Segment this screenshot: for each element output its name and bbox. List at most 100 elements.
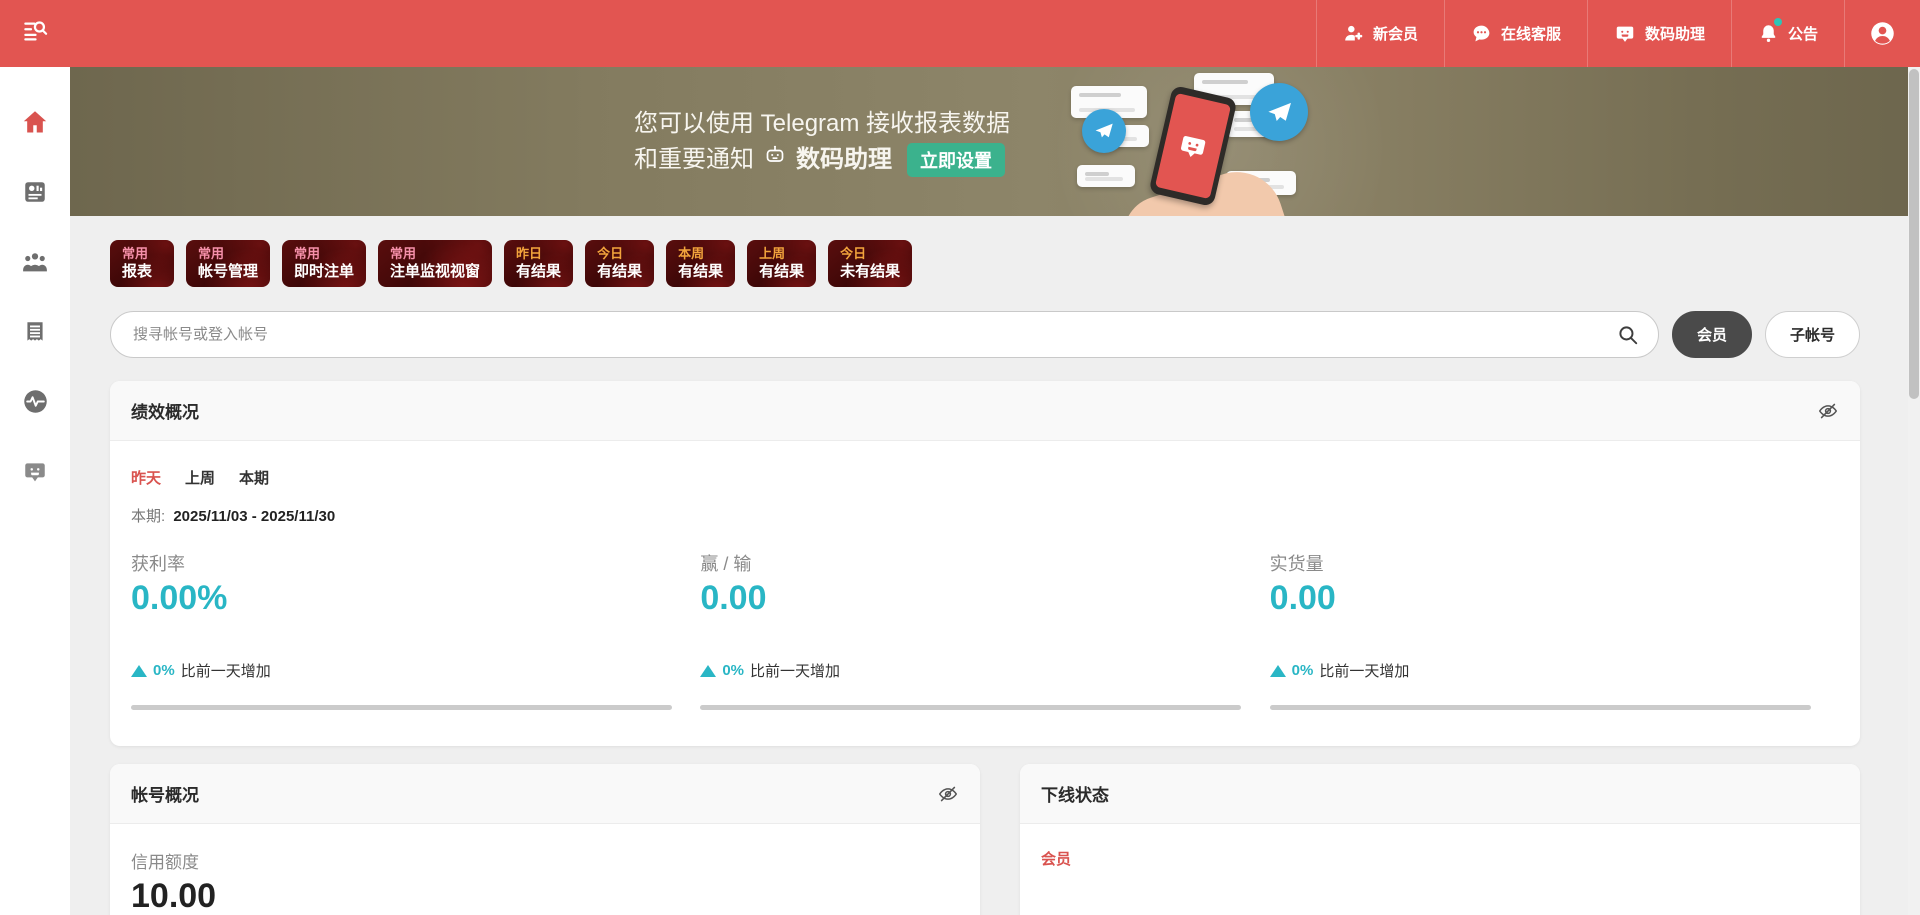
metric-value: 0.00 [1270,576,1839,620]
account-search-input[interactable] [110,311,1659,358]
delta-value: 0% [153,662,175,679]
downline-member-label[interactable]: 会员 [1041,848,1839,869]
bell-icon [1758,23,1779,44]
badge-bottom-label: 未有结果 [840,262,900,281]
badge-top-label: 昨日 [516,245,561,262]
quick-link-bet-monitor[interactable]: 常用 注单监视视窗 [378,240,492,287]
left-sidebar [0,67,70,915]
badge-bottom-label: 有结果 [759,262,804,281]
agents-group-icon [21,248,49,281]
period-value: 2025/11/03 - 2025/11/30 [173,508,335,525]
badge-top-label: 常用 [390,245,480,262]
metric-label: 实货量 [1270,550,1839,576]
list-search-icon [22,18,49,50]
account-overview-card: 帐号概况 信用额度 10.00 [110,764,980,915]
scrollbar [1908,67,1920,915]
activity-pulse-icon [22,388,49,420]
metric-label: 赢 / 输 [700,550,1269,576]
performance-period-tabs: 昨天 上周 本期 [131,467,1839,488]
main-content: 您可以使用 Telegram 接收报表数据 和重要通知 数码助理 [70,67,1920,915]
quick-link-account-management[interactable]: 常用 帐号管理 [186,240,270,287]
badge-top-label: 本周 [678,245,723,262]
account-menu-button[interactable] [1844,0,1920,67]
eye-off-icon[interactable] [1817,400,1839,422]
metric-value: 0.00% [131,576,700,620]
credit-limit-value: 10.00 [131,877,959,915]
delta-text: 比前一天增加 [1319,660,1409,681]
nav-item-label: 在线客服 [1501,23,1561,44]
badge-top-label: 常用 [294,245,354,262]
sidebar-item-home[interactable] [0,89,70,159]
metric-profit-rate: 获利率 0.00% 0% 比前一天增加 [131,550,700,710]
period-range: 本期: 2025/11/03 - 2025/11/30 [131,505,1839,526]
delta-text: 比前一天增加 [181,660,271,681]
performance-overview-card: 绩效概况 昨天 上周 本期 [110,381,1860,746]
period-label: 本期: [131,508,165,525]
nav-item-digital-assistant[interactable]: 数码助理 [1587,0,1731,67]
metric-progress-bar [131,705,672,710]
credit-limit-label: 信用额度 [131,848,959,873]
member-filter-button[interactable]: 会员 [1672,311,1752,358]
nav-item-label: 数码助理 [1645,23,1705,44]
telegram-plane-icon [1082,109,1126,153]
telegram-banner[interactable]: 您可以使用 Telegram 接收报表数据 和重要通知 数码助理 [70,67,1920,216]
increase-arrow-icon [1270,665,1286,677]
badge-bottom-label: 有结果 [516,262,561,281]
sidebar-item-assistant[interactable] [0,439,70,509]
metric-progress-bar [1270,705,1811,710]
sidebar-item-activity[interactable] [0,369,70,439]
delta-value: 0% [1292,662,1314,679]
quick-link-live-bets[interactable]: 常用 即时注单 [282,240,366,287]
badge-top-label: 上周 [759,245,804,262]
chat-card-graphic [1077,165,1135,187]
order-list-icon [22,319,48,350]
setup-now-button[interactable]: 立即设置 [907,143,1005,177]
tab-yesterday[interactable]: 昨天 [131,467,161,488]
quick-link-yesterday-results[interactable]: 昨日 有结果 [504,240,573,287]
scrollbar-thumb[interactable] [1909,69,1919,399]
nav-item-live-support[interactable]: 在线客服 [1444,0,1587,67]
banner-assistant-name: 数码助理 [796,143,892,177]
report-icon [22,179,48,210]
badge-bottom-label: 有结果 [597,262,642,281]
quick-link-today-no-results[interactable]: 今日 未有结果 [828,240,912,287]
tab-current-period[interactable]: 本期 [239,467,269,488]
nav-item-new-member[interactable]: 新会员 [1316,0,1444,67]
badge-bottom-label: 注单监视视窗 [390,262,480,281]
chat-dots-icon [1471,23,1492,44]
telegram-plane-icon [1250,83,1308,141]
robot-assistant-icon [22,459,48,490]
subaccount-filter-button[interactable]: 子帐号 [1765,311,1860,358]
badge-top-label: 今日 [597,245,642,262]
badge-top-label: 常用 [198,245,258,262]
metric-turnover: 实货量 0.00 0% 比前一天增加 [1270,550,1839,710]
badge-top-label: 常用 [122,245,162,262]
quick-link-today-results[interactable]: 今日 有结果 [585,240,654,287]
menu-toggle-button[interactable] [0,0,70,67]
downline-card-title: 下线状态 [1041,781,1109,806]
badge-bottom-label: 有结果 [678,262,723,281]
quick-link-week-results[interactable]: 本周 有结果 [666,240,735,287]
search-icon[interactable] [1617,324,1639,346]
metric-label: 获利率 [131,550,700,576]
downline-status-card: 下线状态 会员 [1020,764,1860,915]
delta-value: 0% [722,662,744,679]
dashboard-page: 新会员 在线客服 数码助理 [0,0,1920,915]
user-avatar-icon [1869,20,1896,47]
tab-last-week[interactable]: 上周 [185,467,215,488]
account-card-title: 帐号概况 [131,781,199,806]
delta-text: 比前一天增加 [750,660,840,681]
performance-card-title: 绩效概况 [131,398,199,423]
nav-item-announcements[interactable]: 公告 [1731,0,1844,67]
quick-link-reports[interactable]: 常用 报表 [110,240,174,287]
nav-item-label: 新会员 [1373,23,1418,44]
badge-bottom-label: 帐号管理 [198,262,258,281]
eye-off-icon[interactable] [937,783,959,805]
sidebar-item-reports[interactable] [0,159,70,229]
sidebar-item-orders[interactable] [0,299,70,369]
increase-arrow-icon [131,665,147,677]
quick-link-lastweek-results[interactable]: 上周 有结果 [747,240,816,287]
sidebar-item-agents[interactable] [0,229,70,299]
metric-progress-bar [700,705,1241,710]
notification-dot [1774,18,1782,26]
